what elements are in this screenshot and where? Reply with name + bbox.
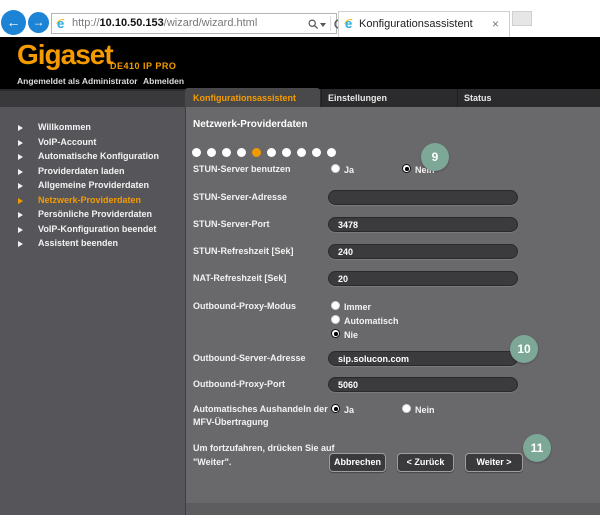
- stun-refresh-label: STUN-Refreshzeit [Sek]: [193, 246, 294, 256]
- nat-refresh-input[interactable]: [328, 271, 518, 286]
- tab-close-icon[interactable]: ×: [492, 17, 499, 31]
- annotation-badge-9: 9: [421, 143, 449, 171]
- outbound-mode-label: Outbound-Proxy-Modus: [193, 301, 296, 311]
- proceed-note-line1: Um fortzufahren, drücken Sie auf: [193, 443, 335, 453]
- sidebar-item-netzwerk-providerdaten[interactable]: Netzwerk-Providerdaten: [0, 195, 185, 209]
- wizard-sidebar: Willkommen VoIP-Account Automatische Kon…: [0, 107, 185, 515]
- outbound-port-label: Outbound-Proxy-Port: [193, 379, 285, 389]
- outbound-address-label: Outbound-Server-Adresse: [193, 353, 306, 363]
- arrow-right-icon: [18, 241, 23, 247]
- progress-dot: [222, 148, 231, 157]
- ie-tab-icon: e: [341, 16, 360, 35]
- progress-dot: [192, 148, 201, 157]
- nav-left-strip: [0, 91, 185, 107]
- stun-use-option-ja[interactable]: Ja: [344, 165, 354, 175]
- arrow-right-icon: [18, 139, 23, 146]
- dtmf-option-nein[interactable]: Nein: [415, 405, 435, 415]
- sidebar-item-voip-account[interactable]: VoIP-Account: [0, 137, 185, 151]
- chevron-down-icon[interactable]: [320, 23, 326, 27]
- arrow-right-icon: [18, 226, 23, 233]
- app-header: Gigaset DE410 IP PRO Angemeldet als Admi…: [0, 37, 600, 89]
- browser-tab-title: Konfigurationsassistent: [359, 18, 473, 30]
- back-button[interactable]: < Zurück: [397, 453, 454, 472]
- progress-dot: [237, 148, 246, 157]
- login-status: Angemeldet als Administrator: [17, 76, 138, 86]
- footer-strip: [186, 503, 600, 515]
- new-tab-button[interactable]: [512, 11, 532, 26]
- progress-dot: [297, 148, 306, 157]
- arrow-right-icon: [18, 125, 23, 131]
- outbound-port-input[interactable]: [328, 377, 518, 392]
- outbound-address-input[interactable]: [328, 351, 518, 366]
- sidebar-item-willkommen[interactable]: Willkommen: [0, 122, 185, 136]
- sidebar-item-providerdaten-laden[interactable]: Providerdaten laden: [0, 166, 185, 180]
- tab-status[interactable]: Status: [464, 93, 492, 103]
- tab-label: Konfigurationsassistent: [193, 93, 297, 103]
- stun-address-input[interactable]: [328, 190, 518, 205]
- tab-divider: [321, 89, 322, 107]
- stun-use-radio-nein[interactable]: [402, 164, 411, 173]
- nat-refresh-label: NAT-Refreshzeit [Sek]: [193, 273, 287, 283]
- tab-divider: [457, 89, 458, 107]
- dtmf-option-ja[interactable]: Ja: [344, 405, 354, 415]
- browser-toolbar: ← → e http://10.10.50.153/wizard/wizard.…: [0, 0, 600, 37]
- tab-konfigurationsassistent[interactable]: Konfigurationsassistent: [185, 88, 320, 107]
- progress-dot-current: [252, 148, 261, 157]
- tab-einstellungen[interactable]: Einstellungen: [328, 93, 387, 103]
- annotation-badge-10: 10: [510, 335, 538, 363]
- dtmf-label-line2: MFV-Übertragung: [193, 417, 269, 427]
- outbound-mode-option-automatisch[interactable]: Automatisch: [344, 316, 399, 326]
- sidebar-item-persoenliche-providerdaten[interactable]: Persönliche Providerdaten: [0, 209, 185, 223]
- stun-port-label: STUN-Server-Port: [193, 219, 270, 229]
- sidebar-item-assistent-beenden[interactable]: Assistent beenden: [0, 238, 185, 252]
- progress-dot: [207, 148, 216, 157]
- arrow-right-icon: [18, 154, 23, 160]
- sidebar-item-voip-konfiguration-beendet[interactable]: VoIP-Konfiguration beendet: [0, 224, 185, 238]
- arrow-right-icon: [18, 168, 23, 175]
- outbound-mode-option-immer[interactable]: Immer: [344, 302, 371, 312]
- browser-back-button[interactable]: ←: [1, 10, 26, 35]
- dtmf-radio-nein[interactable]: [402, 404, 411, 413]
- arrow-right-icon: [18, 183, 23, 189]
- arrow-right-icon: [18, 197, 23, 204]
- stun-address-label: STUN-Server-Adresse: [193, 192, 288, 202]
- arrow-right-icon: [18, 212, 23, 218]
- progress-dot: [312, 148, 321, 157]
- stun-refresh-input[interactable]: [328, 244, 518, 259]
- outbound-mode-radio-immer[interactable]: [331, 301, 340, 310]
- device-model: DE410 IP PRO: [110, 61, 177, 71]
- progress-dot: [282, 148, 291, 157]
- dtmf-label-line1: Automatisches Aushandeln der: [193, 404, 328, 414]
- sidebar-item-allgemeine-providerdaten[interactable]: Allgemeine Providerdaten: [0, 180, 185, 194]
- outbound-mode-option-nie[interactable]: Nie: [344, 330, 358, 340]
- outbound-mode-radio-automatisch[interactable]: [331, 315, 340, 324]
- gigaset-logo: Gigaset: [17, 39, 114, 70]
- browser-forward-button[interactable]: →: [28, 12, 49, 33]
- progress-dot: [327, 148, 336, 157]
- ie-page-icon: e: [53, 16, 72, 35]
- stun-use-label: STUN-Server benutzen: [193, 164, 291, 174]
- annotation-badge-11: 11: [523, 434, 551, 462]
- cancel-button[interactable]: Abbrechen: [329, 453, 386, 472]
- proceed-note-line2: "Weiter".: [193, 457, 232, 467]
- stun-port-input[interactable]: [328, 217, 518, 232]
- browser-tab[interactable]: e Konfigurationsassistent ×: [338, 11, 510, 37]
- divider: [330, 16, 331, 31]
- outbound-mode-radio-nie[interactable]: [331, 329, 340, 338]
- sidebar-item-automatische-konfiguration[interactable]: Automatische Konfiguration: [0, 151, 185, 165]
- next-button[interactable]: Weiter >: [465, 453, 523, 472]
- progress-dots: [192, 144, 342, 162]
- page-title: Netzwerk-Providerdaten: [193, 119, 308, 130]
- stun-use-radio-ja[interactable]: [331, 164, 340, 173]
- logout-link[interactable]: Abmelden: [143, 76, 184, 86]
- dtmf-radio-ja[interactable]: [331, 404, 340, 413]
- progress-dot: [267, 148, 276, 157]
- address-bar[interactable]: e http://10.10.50.153/wizard/wizard.html: [51, 13, 344, 35]
- url-text[interactable]: http://10.10.50.153/wizard/wizard.html: [72, 17, 257, 29]
